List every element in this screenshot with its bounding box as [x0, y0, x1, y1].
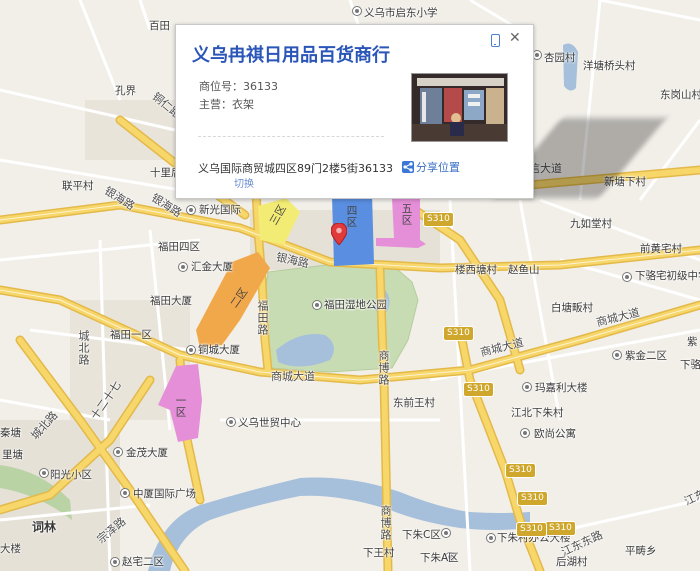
place-label: 阳光小区	[50, 469, 92, 481]
place-label: 福田大厦	[150, 295, 192, 307]
highway-shield: S310	[443, 326, 474, 341]
poi-icon	[441, 528, 451, 538]
place-label: 新光国际	[199, 204, 241, 216]
place-label: 杏园村	[544, 52, 576, 64]
poi-icon	[522, 382, 532, 392]
place-label: 九如堂村	[570, 218, 612, 230]
info-window: 义乌冉祺日用品百货商行 ✕ 商位号：36133 主营：衣架 义乌国际商贸城四区8…	[175, 24, 534, 199]
place-label: 平畴乡	[625, 545, 657, 557]
poi-icon	[352, 6, 362, 16]
place-label: 铜城大厦	[198, 344, 240, 356]
place-label: 欧尚公寓	[534, 428, 576, 440]
place-label: 下骆	[680, 359, 700, 371]
place-label: 东岗山村	[660, 89, 700, 101]
share-location-link[interactable]: 分享位置	[402, 159, 460, 175]
place-label: 紫金二区	[625, 350, 667, 362]
place-label: 金茂大厦	[126, 447, 168, 459]
poi-icon	[39, 468, 49, 478]
highway-shield: S310	[516, 522, 547, 537]
close-icon[interactable]: ✕	[509, 31, 521, 45]
place-label: 秦塘	[0, 427, 21, 439]
map-canvas[interactable]: 义乌市启东小学 百田 杏园村 洋塘桥头村 孔界 东岗山村 十里后 联平村 新塘下…	[0, 0, 700, 571]
place-label: 里塘	[2, 449, 23, 461]
map-marker-icon[interactable]	[331, 223, 347, 245]
place-label: 赵鱼山	[508, 264, 540, 276]
place-label: 义乌市启东小学	[364, 7, 438, 19]
poi-icon	[312, 300, 322, 310]
highway-shield: S310	[505, 463, 536, 478]
poi-icon	[110, 557, 120, 567]
poi-icon	[520, 428, 530, 438]
place-label: 孔界	[115, 85, 136, 97]
shop-address: 义乌国际商贸城四区89门2楼5街36133	[198, 162, 393, 175]
shop-photo[interactable]	[411, 73, 508, 142]
highway-shield: S310	[423, 212, 454, 227]
district-label: 一区	[174, 395, 187, 418]
road-label: 商城大道	[271, 370, 315, 383]
place-label: 洋塘桥头村	[583, 60, 636, 72]
place-label: 江北下朱村	[511, 407, 564, 419]
share-icon	[402, 161, 414, 173]
poi-icon	[622, 272, 632, 282]
place-label: 下朱C区	[402, 529, 441, 541]
popup-divider	[198, 136, 384, 137]
share-location-label: 分享位置	[416, 161, 460, 174]
place-label: 白塘畈村	[551, 302, 593, 314]
place-label: 中厦国际广场	[133, 488, 196, 500]
place-label: 玛嘉利大楼	[535, 382, 588, 394]
poi-icon	[178, 262, 188, 272]
place-label: 词林	[32, 520, 57, 534]
booth-number: 商位号：36133	[199, 80, 278, 93]
road-label: 城北路	[77, 330, 90, 366]
place-label: 大楼	[0, 543, 21, 555]
highway-shield: S310	[463, 382, 494, 397]
district-label: 五区	[400, 203, 413, 226]
place-label: 紫	[687, 336, 698, 348]
phone-icon[interactable]	[491, 34, 500, 47]
place-label: 联平村	[62, 180, 94, 192]
place-label: 前黄宅村	[640, 243, 682, 255]
place-label: 下王村	[363, 547, 395, 559]
poi-icon	[186, 205, 196, 215]
highway-shield: S310	[517, 491, 548, 506]
poi-icon	[226, 417, 236, 427]
park-label: 福田湿地公园	[324, 299, 387, 311]
poi-icon	[113, 447, 123, 457]
place-label: 楼西塘村	[455, 264, 497, 276]
poi-icon	[186, 345, 196, 355]
poi-icon	[120, 488, 130, 498]
place-label: 福田一区	[110, 329, 152, 341]
road-label: 商博路	[377, 350, 390, 386]
place-label: 下朱A区	[420, 552, 459, 564]
poi-icon	[486, 533, 496, 543]
place-label: 下骆宅初级中学	[635, 270, 700, 282]
highway-shield: S310	[545, 521, 576, 536]
place-label: 义乌世贸中心	[238, 417, 301, 429]
road-label: 商博路	[379, 505, 392, 541]
popup-title: 义乌冉祺日用品百货商行	[192, 45, 390, 66]
place-label: 百田	[149, 20, 170, 32]
place-label: 后湖村	[556, 556, 588, 568]
place-label: 汇金大厦	[191, 261, 233, 273]
road-label: 福田路	[256, 300, 269, 336]
place-label: 东前王村	[393, 397, 435, 409]
place-label: 福田四区	[158, 241, 200, 253]
place-label: 赵宅二区	[122, 556, 164, 568]
district-label: 四区	[345, 205, 358, 228]
hidden-switch-link[interactable]: 切换	[234, 180, 254, 190]
main-product: 主营：衣架	[199, 98, 254, 111]
poi-icon	[612, 350, 622, 360]
